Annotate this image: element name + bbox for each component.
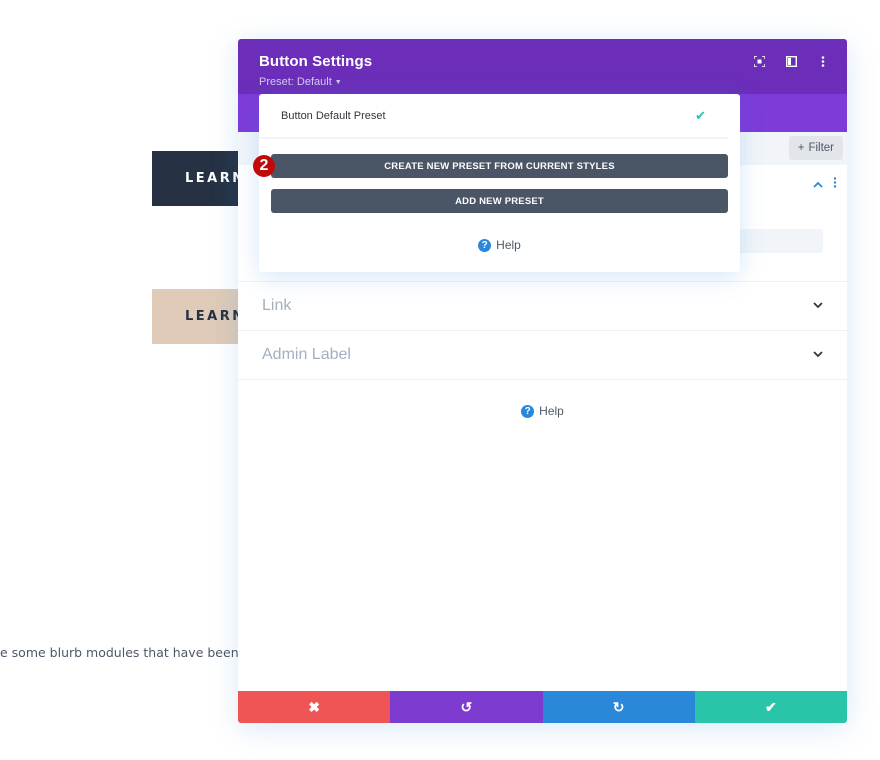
help-icon: ?	[478, 238, 492, 252]
background-learn-button-tan: LEARN	[152, 289, 243, 344]
check-icon: ✔	[695, 107, 706, 123]
section-label: Admin Label	[262, 346, 351, 363]
filter-label: Filter	[808, 142, 834, 154]
section-admin-label[interactable]: Admin Label	[238, 331, 847, 380]
preset-item-label: Button Default Preset	[281, 109, 386, 122]
section-link[interactable]: Link	[238, 282, 847, 331]
help-link[interactable]: ? Help	[238, 404, 847, 418]
add-new-preset-button[interactable]: ADD NEW PRESET	[271, 189, 728, 213]
modal-header: Button Settings Preset: Default ▼	[238, 39, 847, 94]
section-label: Link	[262, 297, 292, 314]
save-button[interactable]: ✔	[694, 691, 847, 723]
section-more-icon[interactable]	[833, 177, 837, 191]
undo-button[interactable]: ↺	[390, 691, 543, 723]
help-icon: ?	[521, 404, 535, 418]
chevron-down-icon	[813, 301, 823, 312]
redo-button[interactable]: ↻	[542, 691, 695, 723]
preset-item-default[interactable]: Button Default Preset ✔	[259, 94, 728, 139]
help-label: Help	[539, 404, 564, 418]
dropdown-help-link[interactable]: ? Help	[259, 238, 740, 252]
redo-icon: ↻	[612, 698, 625, 715]
close-icon: ✖	[308, 698, 320, 715]
more-vertical-icon[interactable]	[817, 55, 829, 67]
preset-selector[interactable]: Preset: Default ▼	[259, 76, 827, 88]
background-body-text: e some blurb modules that have been	[0, 645, 239, 660]
header-icons	[753, 55, 829, 67]
caret-down-icon: ▼	[334, 78, 342, 86]
plus-icon: +	[797, 142, 805, 154]
modal-footer: ✖ ↺ ↻ ✔	[238, 691, 847, 723]
chevron-up-icon[interactable]	[813, 177, 823, 191]
discard-button[interactable]: ✖	[238, 691, 391, 723]
preset-dropdown: Button Default Preset ✔ CREATE NEW PRESE…	[259, 94, 740, 272]
help-label: Help	[496, 238, 521, 252]
section-icons	[813, 177, 837, 191]
chevron-down-icon	[813, 350, 823, 361]
filter-button[interactable]: + Filter	[788, 136, 843, 160]
undo-icon: ↺	[460, 698, 473, 715]
create-preset-from-styles-button[interactable]: CREATE NEW PRESET FROM CURRENT STYLES	[271, 154, 728, 178]
background-learn-button-dark: LEARN	[152, 151, 243, 206]
step-badge: 2	[253, 155, 275, 177]
sidebar-layout-icon[interactable]	[785, 55, 797, 67]
focus-icon[interactable]	[753, 55, 765, 67]
preset-label: Preset: Default	[259, 76, 332, 88]
check-icon: ✔	[765, 698, 777, 715]
modal-title: Button Settings	[259, 53, 373, 70]
